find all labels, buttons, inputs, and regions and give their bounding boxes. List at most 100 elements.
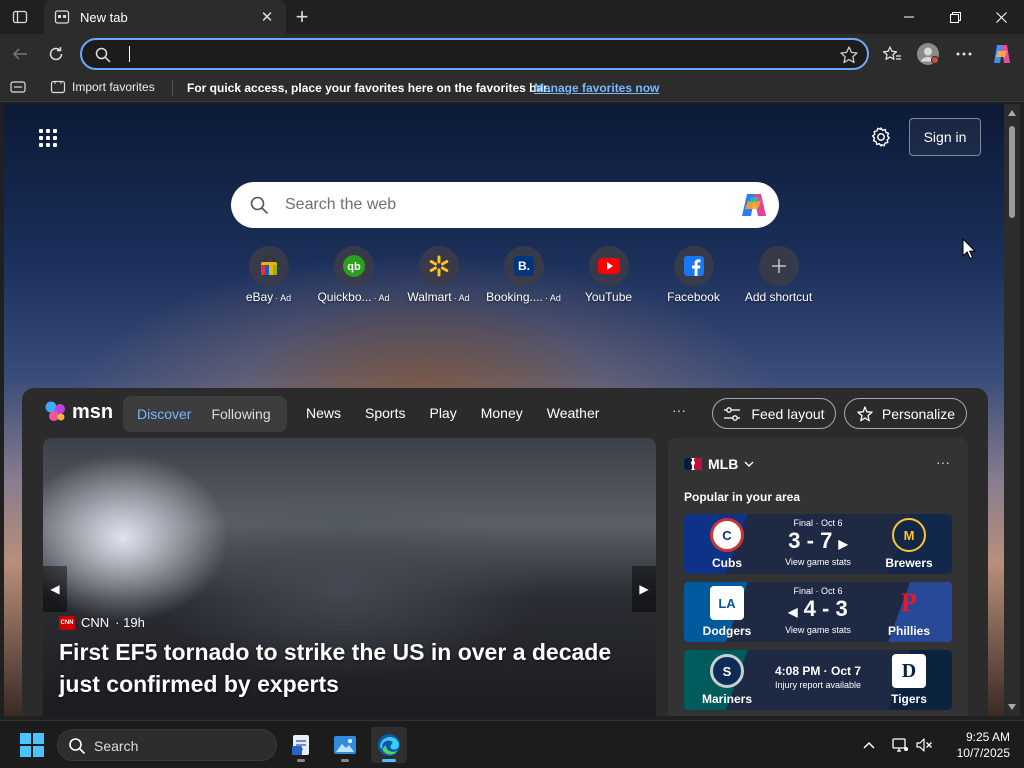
feed-layout-button[interactable]: Feed layout: [712, 398, 836, 429]
refresh-button[interactable]: [42, 40, 70, 68]
browser-toolbar: [0, 34, 1024, 74]
shortcut-label: eBay: [245, 290, 274, 304]
taskbar-app-photos[interactable]: [327, 727, 363, 763]
manage-favorites-link[interactable]: Manage favorites now: [534, 81, 659, 95]
carousel-next-button[interactable]: ▶: [632, 566, 656, 612]
apps-launcher-icon[interactable]: [36, 126, 60, 150]
sign-in-button[interactable]: Sign in: [909, 118, 981, 156]
nav-news[interactable]: News: [306, 405, 341, 421]
game-preview-mariners-tigers[interactable]: S Mariners 4:08 PM · Oct 7 Injury report…: [684, 650, 952, 710]
shortcut-booking[interactable]: B. Booking.... · Ad: [481, 246, 566, 304]
close-tab-icon[interactable]: ✕: [258, 8, 276, 26]
svg-text:qb: qb: [347, 261, 361, 273]
scrollbar-thumb[interactable]: [1009, 126, 1015, 218]
nav-play[interactable]: Play: [429, 405, 456, 421]
favorite-star-icon[interactable]: [839, 45, 859, 65]
ad-label: · Ad: [373, 293, 390, 303]
hero-story-card[interactable]: ◀ ▶ CNN CNN · 19h First EF5 tornado to s…: [43, 438, 656, 716]
injury-report-link[interactable]: Injury report available: [768, 680, 868, 690]
system-clock[interactable]: 9:25 AM 10/7/2025: [940, 729, 1010, 761]
shortcut-label: YouTube: [584, 290, 633, 304]
tab-following[interactable]: Following: [201, 406, 280, 422]
card-more-icon[interactable]: ···: [936, 454, 950, 470]
web-search-box[interactable]: [231, 182, 779, 228]
story-source: CNN CNN · 19h: [59, 615, 145, 630]
team-name: Mariners: [701, 692, 753, 706]
newtab-page-icon: [54, 10, 70, 24]
minimize-button[interactable]: [886, 0, 932, 34]
game-score-dodgers-phillies[interactable]: LA Dodgers Final · Oct 6 ◀ 4 - 3 View ga…: [684, 582, 952, 642]
popular-heading: Popular in your area: [684, 490, 801, 504]
view-stats-link[interactable]: View game stats: [768, 625, 868, 635]
close-window-button[interactable]: [978, 0, 1024, 34]
ad-label: · Ad: [453, 293, 470, 303]
volume-muted-icon[interactable]: [913, 733, 935, 757]
scroll-down-icon[interactable]: [1008, 704, 1016, 710]
game-time: 4:08 PM · Oct 7: [774, 664, 862, 678]
feed-tabs: Discover Following: [123, 396, 287, 432]
copilot-icon[interactable]: [739, 191, 769, 219]
edge-browser-icon: [378, 734, 400, 756]
shortcut-facebook[interactable]: Facebook: [651, 246, 736, 304]
feed-layout-label: Feed layout: [751, 405, 825, 422]
import-favorites-label: Import favorites: [72, 80, 155, 94]
shortcut-label: Facebook: [667, 290, 720, 304]
view-stats-link[interactable]: View game stats: [768, 557, 868, 567]
taskbar-app-edge[interactable]: [371, 727, 407, 763]
copilot-icon[interactable]: [988, 40, 1016, 68]
favorites-button[interactable]: [878, 40, 906, 68]
personalize-button[interactable]: Personalize: [844, 398, 967, 429]
carousel-prev-button[interactable]: ◀: [43, 566, 67, 612]
restore-button[interactable]: [932, 0, 978, 34]
address-input[interactable]: [132, 43, 812, 65]
nav-weather[interactable]: Weather: [547, 405, 600, 421]
phillies-logo-icon: P: [901, 588, 917, 617]
profile-avatar[interactable]: [914, 40, 942, 68]
page-scrollbar[interactable]: [1004, 104, 1020, 716]
game-status: Final · Oct 6: [793, 586, 843, 596]
tab-new-tab[interactable]: New tab ✕: [44, 0, 286, 34]
show-hidden-icons-chevron-icon[interactable]: [858, 733, 880, 757]
msn-logo[interactable]: msn: [44, 400, 113, 424]
new-tab-page: Sign in eBay· Ad qb Quickbo...· Ad Walma…: [4, 104, 1004, 716]
tab-discover[interactable]: Discover: [127, 406, 201, 422]
tab-strip: New tab ✕ +: [0, 0, 1024, 34]
story-headline[interactable]: First EF5 tornado to strike the US in ov…: [59, 636, 639, 700]
sidebar-toggle-icon[interactable]: [10, 80, 26, 94]
shortcut-walmart[interactable]: Walmart · Ad: [396, 246, 481, 304]
new-tab-button[interactable]: +: [290, 4, 314, 29]
divider: [172, 80, 173, 96]
shortcut-youtube[interactable]: YouTube: [566, 246, 651, 304]
feed-nav: News Sports Play Money Weather: [306, 405, 599, 421]
tab-actions-icon[interactable]: [8, 6, 32, 28]
mlb-scores-card: MLB ··· Popular in your area C Cubs Fina…: [668, 438, 968, 716]
web-search-input[interactable]: [285, 194, 705, 216]
more-menu-icon[interactable]: [950, 40, 978, 68]
team-home: LA Dodgers: [692, 586, 762, 638]
shortcut-quickbooks[interactable]: qb Quickbo... · Ad: [311, 246, 396, 304]
network-icon[interactable]: [889, 733, 911, 757]
nav-money[interactable]: Money: [481, 405, 523, 421]
mlb-league-selector[interactable]: MLB: [684, 456, 754, 472]
back-button[interactable]: [6, 40, 34, 68]
mariners-logo-icon: S: [710, 654, 744, 688]
taskbar-app-notepad[interactable]: [283, 727, 319, 763]
game-score-cubs-brewers[interactable]: C Cubs Final · Oct 6 3 - 7 ▶ View game s…: [684, 514, 952, 574]
msn-wordmark: msn: [72, 400, 114, 423]
address-bar[interactable]: [80, 38, 869, 70]
app-running-indicator: [297, 759, 305, 762]
shortcut-ebay[interactable]: eBay · Ad: [226, 246, 311, 304]
league-name: MLB: [708, 456, 739, 472]
add-shortcut-button[interactable]: Add shortcut: [736, 246, 821, 304]
booking-icon: B.: [503, 246, 544, 286]
game-score: 3 - 7 ▶: [788, 528, 848, 553]
nav-sports[interactable]: Sports: [365, 405, 405, 421]
taskbar-search-box[interactable]: Search: [57, 729, 277, 761]
plus-icon: [758, 246, 799, 286]
team-away: P Phillies: [874, 586, 944, 638]
import-favorites-button[interactable]: Import favorites: [50, 79, 155, 95]
feed-more-icon[interactable]: ···: [672, 402, 686, 418]
page-settings-icon[interactable]: [868, 124, 894, 150]
windows-start-button[interactable]: [20, 733, 44, 757]
scroll-up-icon[interactable]: [1008, 110, 1016, 116]
